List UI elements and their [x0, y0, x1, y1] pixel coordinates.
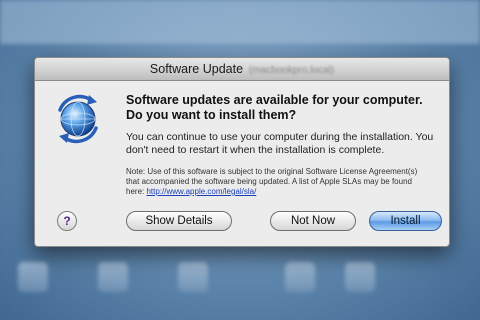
dialog-body-text: You can continue to use your computer du… — [126, 131, 434, 156]
desktop-icon — [178, 262, 208, 292]
desktop-top-strip — [0, 0, 480, 44]
dialog-title: Software Update — [149, 62, 244, 76]
not-now-button[interactable]: Not Now — [270, 211, 356, 231]
sla-link[interactable]: http://www.apple.com/legal/sla/ — [146, 187, 256, 196]
desktop-icon — [18, 262, 48, 292]
dialog-title-sub: (macbookpro.local) — [249, 65, 335, 76]
desktop-icon — [98, 262, 128, 292]
help-icon[interactable]: ? — [57, 211, 77, 231]
software-update-dialog: Software Update (macbookpro.local) Softwa… — [34, 57, 450, 247]
show-details-button[interactable]: Show Details — [126, 211, 232, 231]
desktop-icon — [285, 262, 315, 292]
desktop-icon — [345, 262, 375, 292]
dialog-headline: Software updates are available for your … — [126, 93, 423, 122]
software-update-globe-icon — [51, 92, 105, 146]
dialog-titlebar[interactable]: Software Update (macbookpro.local) — [35, 58, 449, 81]
install-button[interactable]: Install — [369, 211, 442, 231]
license-note: Note: Use of this software is subject to… — [126, 167, 426, 197]
